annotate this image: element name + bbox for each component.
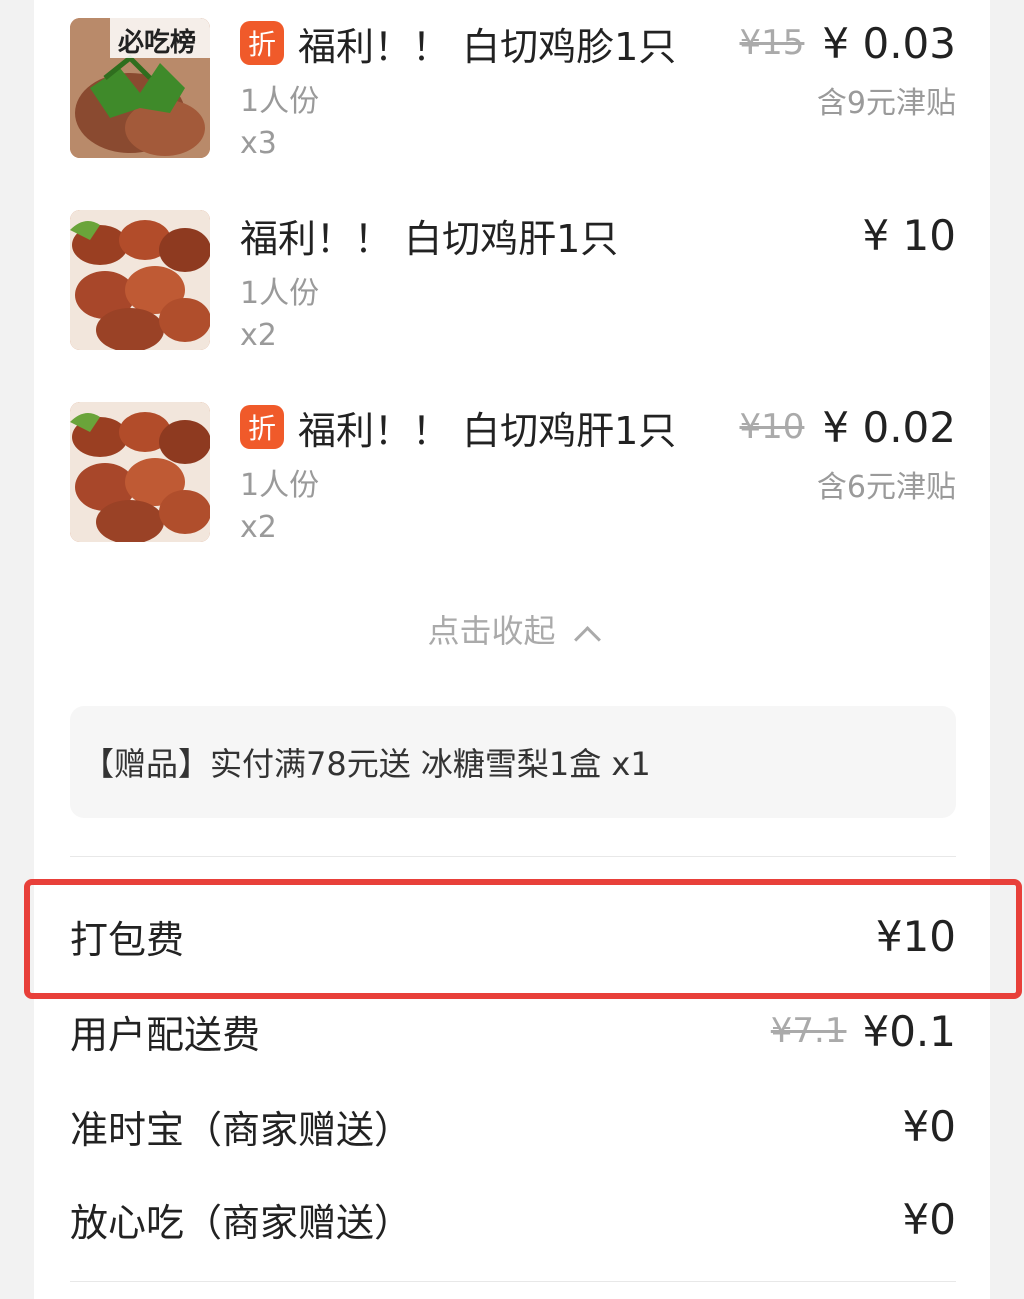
item-quantity: x2: [240, 318, 277, 353]
item-quantity: x2: [240, 510, 277, 545]
order-item[interactable]: 福利！！ 白切鸡肝1只 1人份 x2 ¥ 10: [70, 210, 956, 360]
item-price-group: ¥ 10: [862, 210, 956, 260]
discount-badge: 折: [240, 21, 284, 65]
item-price: ¥ 10: [862, 210, 956, 260]
order-detail-card: 必吃榜 折 福利！！ 白切鸡胗1只 1人份 x3 ¥15 ¥ 0.03 含9元津…: [34, 0, 990, 1299]
fee-value: ¥0.1: [862, 1006, 956, 1056]
order-item[interactable]: 折 福利！！ 白切鸡肝1只 1人份 x2 ¥10 ¥ 0.02 含6元津贴: [70, 402, 956, 552]
item-thumbnail: [70, 210, 210, 350]
fee-value: ¥0: [902, 1101, 956, 1151]
item-price-group: ¥10 ¥ 0.02: [740, 402, 957, 452]
fee-row-packaging: 打包费 ¥10: [70, 906, 956, 966]
item-title-text: 福利！！ 白切鸡胗1只: [298, 24, 677, 69]
fee-label: 打包费: [70, 917, 185, 962]
collapse-label: 点击收起: [427, 612, 556, 650]
divider: [70, 1281, 956, 1282]
fee-amount-group: ¥7.1 ¥0.1: [771, 1007, 956, 1056]
collapse-items-button[interactable]: 点击收起: [34, 606, 990, 653]
item-spec: 1人份: [240, 84, 320, 119]
fee-label: 用户配送费: [70, 1012, 261, 1057]
fee-amount-group: ¥0: [903, 1195, 956, 1244]
order-item[interactable]: 必吃榜 折 福利！！ 白切鸡胗1只 1人份 x3 ¥15 ¥ 0.03 含9元津…: [70, 18, 956, 168]
fee-value: ¥10: [875, 911, 956, 961]
item-title: 折 福利！！ 白切鸡肝1只: [240, 402, 677, 453]
fee-label: 放心吃（商家赠送）: [70, 1200, 413, 1245]
fee-amount-group: ¥0: [903, 1102, 956, 1151]
item-spec: 1人份: [240, 276, 320, 311]
fee-amount-group: ¥10: [876, 912, 956, 961]
item-original-price: ¥15: [739, 23, 805, 63]
fee-row-food-safety[interactable]: 放心吃（商家赠送） ¥0: [70, 1189, 956, 1249]
item-spec: 1人份: [240, 468, 320, 503]
divider: [70, 856, 956, 857]
item-title: 折 福利！！ 白切鸡胗1只: [240, 18, 677, 69]
item-title: 福利！！ 白切鸡肝1只: [240, 210, 619, 261]
chevron-up-icon: [573, 625, 601, 653]
fee-row-delivery: 用户配送费 ¥7.1 ¥0.1: [70, 1001, 956, 1061]
item-thumbnail: [70, 402, 210, 542]
item-thumbnail: 必吃榜: [70, 18, 210, 158]
item-title-text: 福利！！ 白切鸡肝1只: [298, 408, 677, 453]
item-subsidy: 含6元津贴: [816, 470, 956, 505]
fee-original-value: ¥7.1: [770, 1011, 847, 1051]
thumbnail-sticker-label: 必吃榜: [118, 28, 197, 58]
fee-row-on-time-guarantee[interactable]: 准时宝（商家赠送） ¥0: [70, 1096, 956, 1156]
item-original-price: ¥10: [739, 407, 805, 447]
item-title-text: 福利！！ 白切鸡肝1只: [240, 216, 619, 261]
fee-value: ¥0: [902, 1194, 956, 1244]
fee-label: 准时宝（商家赠送）: [70, 1107, 413, 1152]
gift-info: 【赠品】实付满78元送 冰糖雪梨1盒 x1: [70, 706, 956, 818]
gift-text: 【赠品】实付满78元送 冰糖雪梨1盒 x1: [82, 745, 651, 783]
item-price: ¥ 0.02: [822, 402, 956, 452]
item-price: ¥ 0.03: [822, 18, 956, 68]
item-price-group: ¥15 ¥ 0.03: [740, 18, 957, 68]
item-subsidy: 含9元津贴: [816, 86, 956, 121]
item-quantity: x3: [240, 126, 277, 161]
discount-badge: 折: [240, 405, 284, 449]
